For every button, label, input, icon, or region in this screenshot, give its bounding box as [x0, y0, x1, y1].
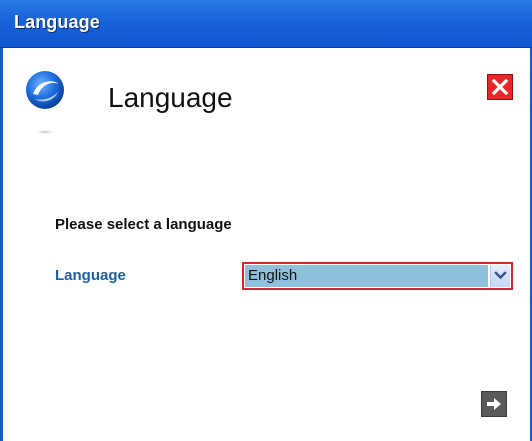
language-label: Language	[55, 267, 126, 284]
title-bar[interactable]: Language	[0, 0, 532, 48]
close-icon	[491, 78, 509, 96]
next-button[interactable]	[481, 391, 507, 417]
dialog-content: Language Please select a language Langua…	[3, 48, 530, 441]
arrow-right-icon	[487, 398, 501, 410]
close-button[interactable]	[487, 74, 513, 100]
select-language-prompt: Please select a language	[55, 216, 232, 233]
language-select-value: English	[245, 265, 488, 287]
blue-swirl-logo-icon	[25, 68, 69, 138]
language-select[interactable]: English	[242, 262, 513, 290]
chevron-down-icon	[494, 271, 507, 280]
window-title: Language	[14, 12, 100, 32]
dropdown-arrow-button[interactable]	[490, 265, 510, 287]
language-dialog: Language Language Please select a langua…	[0, 0, 532, 441]
header-title: Language	[108, 82, 233, 113]
